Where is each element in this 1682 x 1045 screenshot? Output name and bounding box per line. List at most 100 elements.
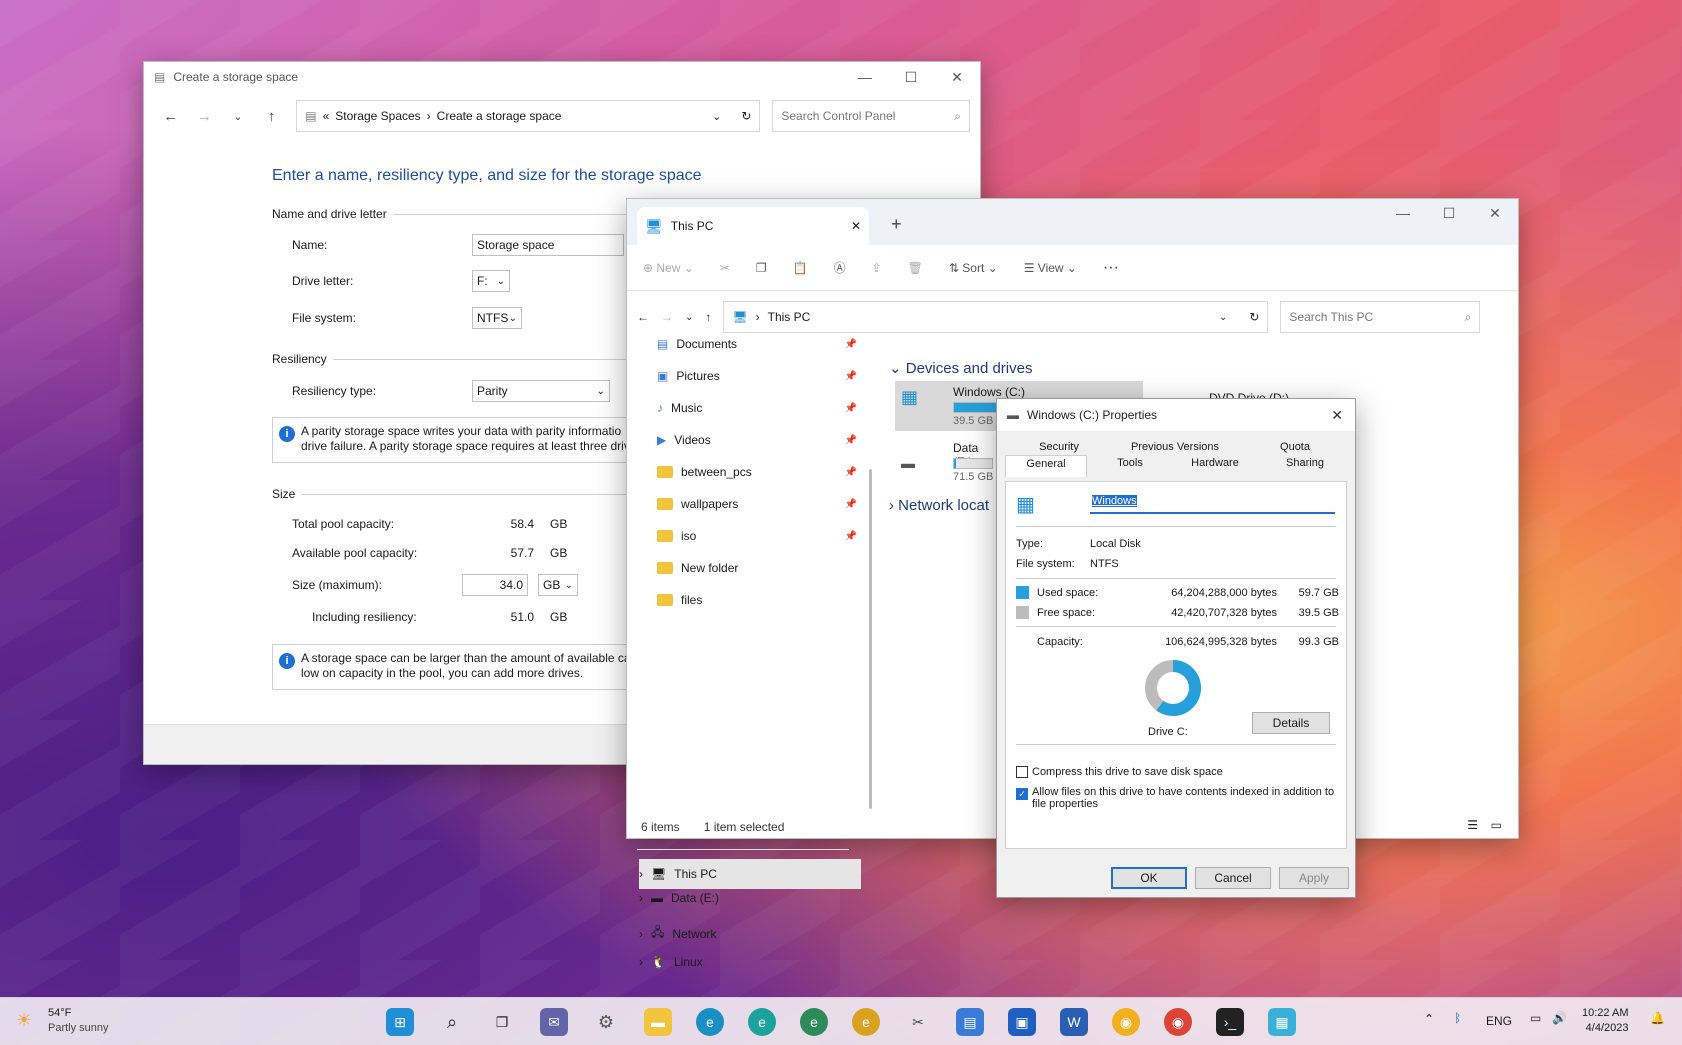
- expand-chevron-icon[interactable]: ›: [639, 955, 643, 969]
- close-tab-icon[interactable]: ✕: [851, 219, 861, 233]
- tree-item-data-e-[interactable]: › ▬ Data (E:): [639, 891, 839, 905]
- file-explorer-icon[interactable]: ▬: [644, 1008, 672, 1036]
- ok-button[interactable]: OK: [1111, 867, 1187, 889]
- drive-e-tile[interactable]: ▬ Data (E:) 71.5 GB: [895, 437, 995, 487]
- refresh-icon[interactable]: ↻: [741, 109, 751, 123]
- forward-arrow-icon[interactable]: →: [661, 310, 673, 324]
- control-panel-icon[interactable]: ▦: [1268, 1008, 1296, 1036]
- expand-chevron-icon[interactable]: ›: [639, 891, 643, 905]
- notepad-icon[interactable]: ▤: [956, 1008, 984, 1036]
- paste-icon[interactable]: 📋: [793, 261, 808, 275]
- maximize-button[interactable]: ☐: [1426, 205, 1472, 222]
- minimize-button[interactable]: —: [842, 69, 888, 86]
- settings-icon[interactable]: ⚙: [592, 1008, 620, 1036]
- breadcrumb-create-storage-space[interactable]: Create a storage space: [437, 109, 562, 123]
- new-button[interactable]: ⊕ New ⌄: [643, 261, 694, 275]
- volume-icon[interactable]: 🔊: [1552, 1011, 1567, 1025]
- tree-item-linux[interactable]: › 🐧 Linux: [639, 955, 839, 969]
- recent-chevron-icon[interactable]: ⌄: [685, 312, 693, 323]
- tray-chevron-icon[interactable]: ⌃: [1424, 1012, 1434, 1026]
- cancel-button[interactable]: Cancel: [1195, 867, 1271, 889]
- devices-section-header[interactable]: ⌄ Devices and drives: [889, 359, 1032, 377]
- back-arrow-icon[interactable]: ←: [637, 310, 649, 324]
- close-button[interactable]: ✕: [1472, 205, 1518, 222]
- search-icon[interactable]: ⌕: [438, 1008, 466, 1036]
- edge-canary-icon[interactable]: e: [852, 1008, 880, 1036]
- tree-item-this-pc[interactable]: › 🖥 This PC: [639, 859, 861, 889]
- tab-quota[interactable]: Quota: [1255, 441, 1335, 453]
- chrome-canary-icon[interactable]: ◉: [1112, 1008, 1140, 1036]
- network-section-header[interactable]: › Network locat: [889, 497, 989, 514]
- sidebar-item-documents[interactable]: ▤ Documents 📌: [657, 337, 857, 351]
- details-button[interactable]: Details: [1252, 712, 1330, 734]
- index-checkbox-row[interactable]: ✓ Allow files on this drive to have cont…: [1016, 786, 1334, 810]
- size-unit-select[interactable]: GB ⌄: [538, 574, 578, 596]
- details-view-icon[interactable]: ☰: [1467, 818, 1478, 832]
- chevron-down-icon[interactable]: ⌄: [1219, 312, 1227, 323]
- compress-checkbox-row[interactable]: Compress this drive to save disk space: [1016, 766, 1223, 778]
- refresh-icon[interactable]: ↻: [1249, 310, 1259, 324]
- apply-button[interactable]: Apply: [1279, 867, 1349, 889]
- back-arrow-icon[interactable]: ←: [154, 101, 188, 131]
- nav-scrollbar[interactable]: [869, 469, 872, 809]
- forward-arrow-icon[interactable]: →: [188, 101, 222, 131]
- tab-hardware[interactable]: Hardware: [1175, 457, 1255, 469]
- close-button[interactable]: ✕: [934, 69, 980, 86]
- clock[interactable]: 10:22 AM 4/4/2023: [1582, 1006, 1628, 1036]
- cp-search-input[interactable]: Search Control Panel ⌕: [772, 100, 971, 132]
- tab-general[interactable]: General: [1005, 455, 1087, 477]
- drive-letter-select[interactable]: F: ⌄: [472, 270, 510, 292]
- weather-icon[interactable]: ☀: [16, 1010, 32, 1031]
- word-icon[interactable]: W: [1060, 1008, 1088, 1036]
- sidebar-item-between-pcs[interactable]: between_pcs 📌: [657, 465, 857, 479]
- minimize-button[interactable]: —: [1380, 205, 1426, 222]
- edge-dev-icon[interactable]: e: [800, 1008, 828, 1036]
- tab-security[interactable]: Security: [1019, 441, 1099, 453]
- index-checkbox[interactable]: ✓: [1016, 788, 1028, 800]
- rename-icon[interactable]: Ⓐ: [834, 259, 846, 276]
- up-arrow-icon[interactable]: ↑: [255, 101, 289, 131]
- task-view-icon[interactable]: ❐: [488, 1008, 516, 1036]
- share-icon[interactable]: ⇪: [872, 261, 882, 275]
- expand-chevron-icon[interactable]: ›: [639, 867, 643, 881]
- snipping-tool-icon[interactable]: ✂: [904, 1008, 932, 1036]
- breadcrumb-storage-spaces[interactable]: Storage Spaces: [335, 109, 420, 123]
- cp-address-bar[interactable]: ▤ « Storage Spaces › Create a storage sp…: [296, 100, 761, 132]
- up-arrow-icon[interactable]: ↑: [705, 310, 711, 324]
- language-indicator[interactable]: ENG: [1486, 1014, 1512, 1028]
- tab-previous-versions[interactable]: Previous Versions: [1115, 441, 1235, 453]
- teams-chat-icon[interactable]: ✉: [540, 1008, 568, 1036]
- new-tab-button[interactable]: +: [891, 214, 902, 235]
- compress-checkbox[interactable]: [1016, 766, 1028, 778]
- explorer-search-input[interactable]: Search This PC ⌕: [1280, 301, 1481, 333]
- terminal-icon[interactable]: ›_: [1216, 1008, 1244, 1036]
- maximize-button[interactable]: ☐: [888, 69, 934, 86]
- sidebar-item-pictures[interactable]: ▣ Pictures 📌: [657, 369, 857, 383]
- sidebar-item-wallpapers[interactable]: wallpapers 📌: [657, 497, 857, 511]
- volume-name-input[interactable]: Windows: [1090, 492, 1335, 514]
- file-system-select[interactable]: NTFS ⌄: [472, 307, 522, 329]
- sidebar-item-videos[interactable]: ▶ Videos 📌: [657, 433, 857, 447]
- notification-icon[interactable]: 🔔: [1650, 1011, 1665, 1025]
- sidebar-item-new-folder[interactable]: New folder: [657, 561, 857, 575]
- tiles-view-icon[interactable]: ▭: [1491, 818, 1502, 832]
- recent-chevron-icon[interactable]: ⌄: [221, 101, 255, 131]
- sort-button[interactable]: ⇅ Sort ⌄: [949, 261, 998, 275]
- explorer-address-bar[interactable]: 🖥 › This PC ⌄ ↻: [723, 301, 1269, 333]
- expand-chevron-icon[interactable]: ›: [639, 927, 643, 941]
- tree-item-network[interactable]: › 🖧 Network: [639, 923, 839, 944]
- tab-tools[interactable]: Tools: [1100, 457, 1160, 469]
- delete-icon[interactable]: 🗑: [908, 261, 923, 275]
- cut-icon[interactable]: ✂: [720, 261, 730, 275]
- edge-icon[interactable]: e: [696, 1008, 724, 1036]
- more-options-button[interactable]: ···: [1103, 259, 1119, 277]
- breadcrumb-this-pc[interactable]: This PC: [768, 310, 811, 324]
- edge-beta-icon[interactable]: e: [748, 1008, 776, 1036]
- bluetooth-icon[interactable]: ᛒ: [1454, 1011, 1461, 1025]
- chevron-down-icon[interactable]: ⌄: [712, 110, 721, 123]
- close-button[interactable]: ✕: [1331, 407, 1343, 424]
- view-button[interactable]: ☰ View ⌄: [1024, 261, 1077, 275]
- copy-icon[interactable]: ❐: [756, 261, 767, 275]
- weather-widget[interactable]: 54°F Partly sunny: [48, 1006, 109, 1036]
- start-icon[interactable]: ⊞: [386, 1008, 414, 1036]
